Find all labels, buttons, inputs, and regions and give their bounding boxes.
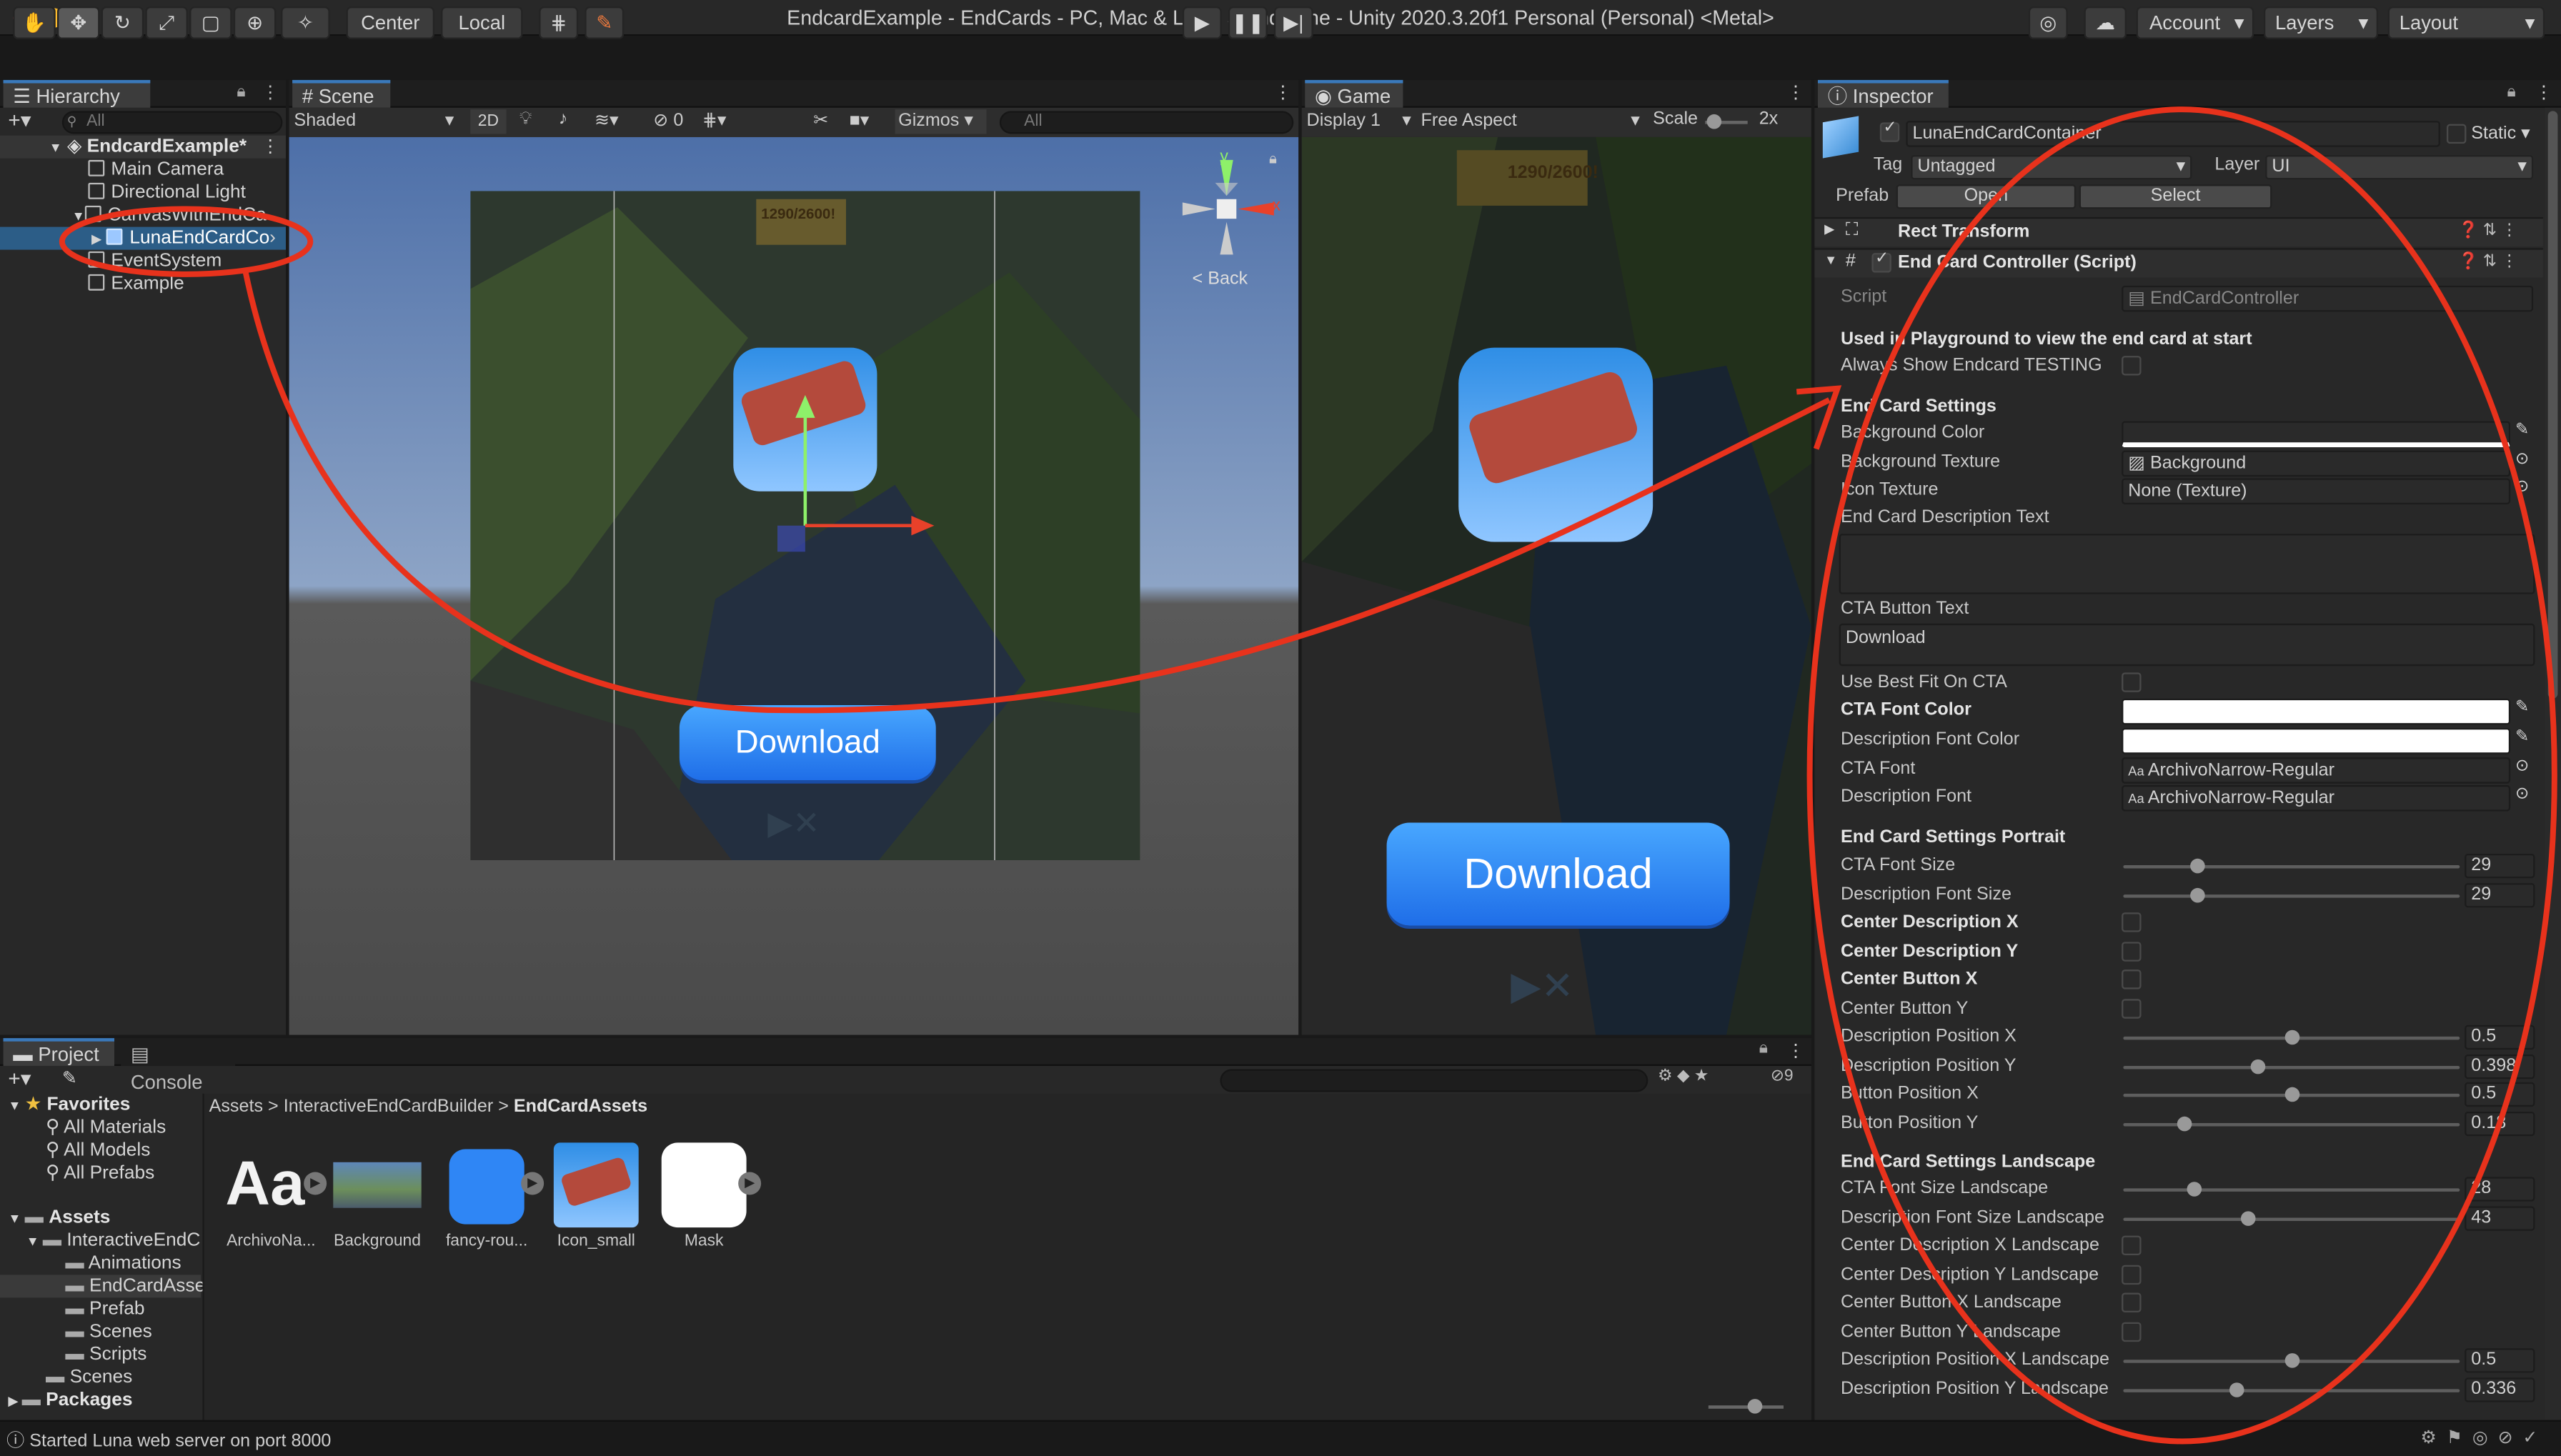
annotation-overlay [59, 106, 2557, 1445]
